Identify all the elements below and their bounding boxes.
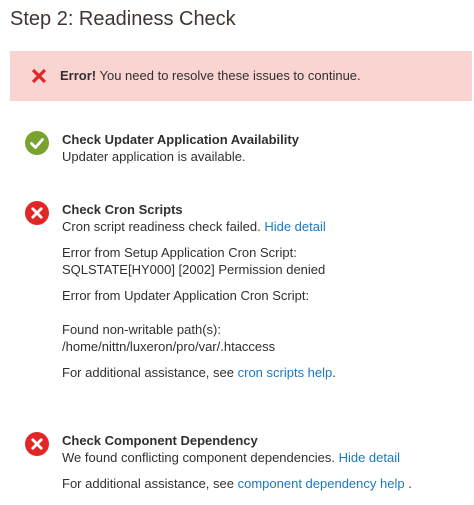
check-message: Cron script readiness check failed. [62, 219, 261, 234]
assistance-prefix: For additional assistance, see [62, 365, 238, 380]
error-circle-icon [25, 201, 49, 225]
assistance-line: For additional assistance, see component… [62, 475, 462, 492]
component-dependency-help-link[interactable]: component dependency help [238, 476, 405, 491]
error-banner-strong: Error! [60, 68, 97, 83]
error-banner-text: You need to resolve these issues to cont… [96, 68, 361, 83]
nonwritable-label: Found non-writable path(s): [62, 322, 221, 337]
success-check-icon [25, 131, 49, 155]
cron-scripts-help-link[interactable]: cron scripts help [238, 365, 333, 380]
assistance-suffix: . [404, 476, 412, 491]
check-title: Check Updater Application Availability [62, 132, 299, 147]
check-message-line: Cron script readiness check failed. Hide… [62, 218, 462, 235]
error-banner: Error! You need to resolve these issues … [10, 51, 472, 101]
error-banner-message: Error! You need to resolve these issues … [60, 68, 361, 83]
hide-detail-link[interactable]: Hide detail [339, 450, 400, 465]
check-message-line: We found conflicting component dependenc… [62, 449, 462, 466]
setup-error-value: SQLSTATE[HY000] [2002] Permission denied [62, 262, 326, 277]
error-circle-icon [25, 432, 49, 456]
updater-error-label: Error from Updater Application Cron Scri… [62, 288, 310, 303]
hide-detail-link[interactable]: Hide detail [264, 219, 325, 234]
check-message: Updater application is available. [62, 149, 246, 164]
check-title: Check Component Dependency [62, 433, 258, 448]
nonwritable-path: /home/nittn/luxeron/pro/var/.htaccess [62, 339, 276, 354]
assistance-prefix: For additional assistance, see [62, 476, 238, 491]
assistance-suffix: . [332, 365, 336, 380]
check-message: We found conflicting component dependenc… [62, 450, 335, 465]
setup-error-label: Error from Setup Application Cron Script… [62, 245, 297, 260]
page-title: Step 2: Readiness Check [10, 8, 236, 30]
assistance-line: For additional assistance, see cron scri… [62, 364, 462, 381]
error-x-icon [31, 68, 47, 84]
check-title: Check Cron Scripts [62, 202, 183, 217]
